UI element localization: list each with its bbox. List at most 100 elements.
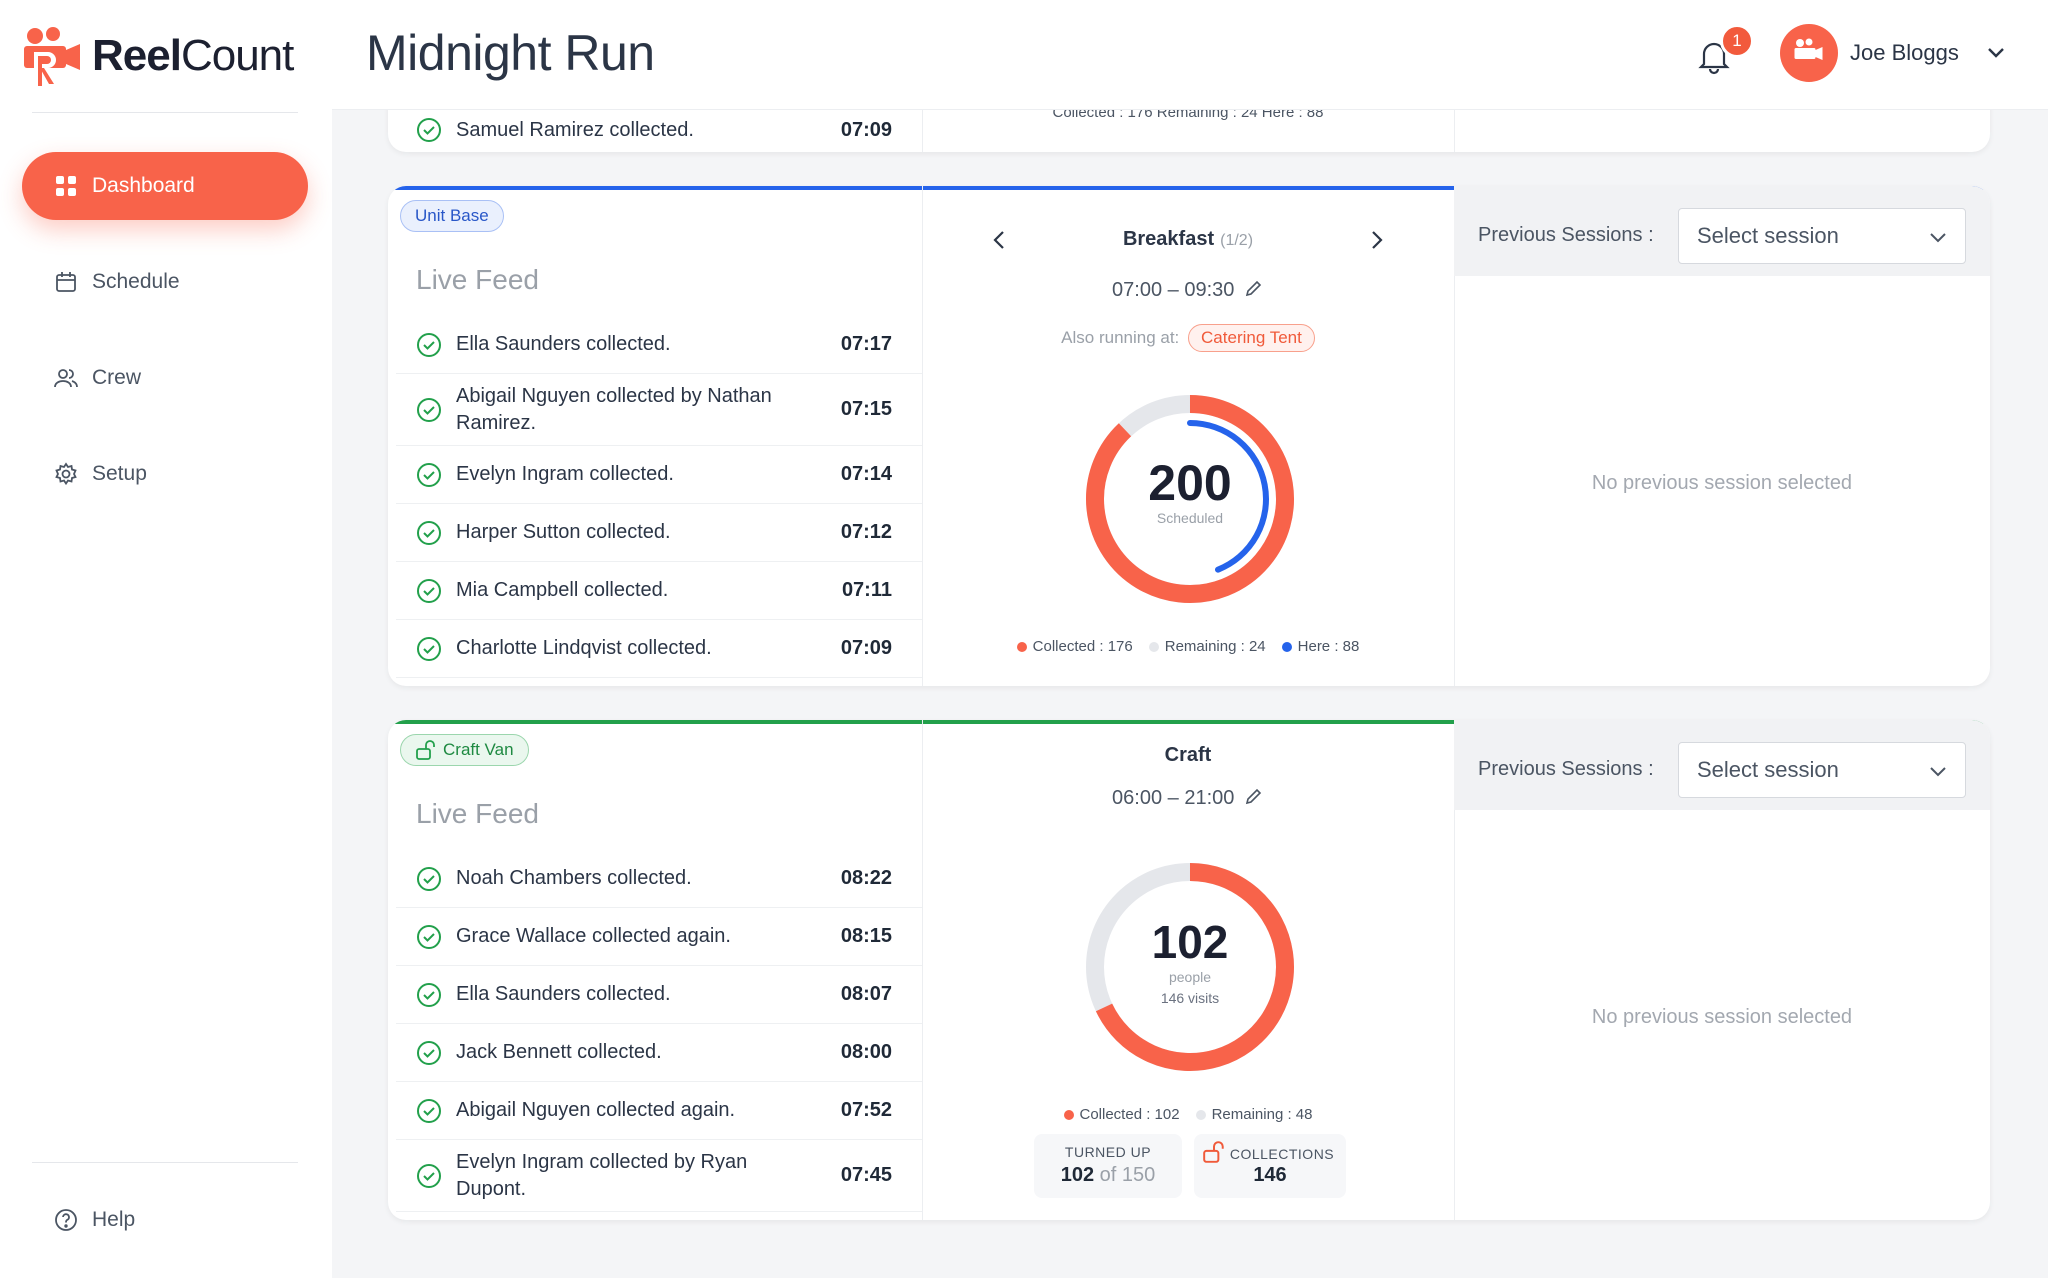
chart-legend-partial: Collected : 176 Remaining : 24 Here : 88: [922, 104, 1454, 121]
feed-row: Grace Wallace collected again. 08:15: [396, 908, 922, 966]
feed-text: Evelyn Ingram collected by Ryan Dupont.: [456, 1150, 748, 1200]
pencil-icon[interactable]: [1244, 786, 1264, 806]
feed-row: Evelyn Ingram collected by Ryan Dupont. 0…: [396, 1140, 922, 1212]
session-card-craft: Craft Van Live Feed Noah Chambers collec…: [388, 720, 1990, 1220]
previous-sessions-label: Previous Sessions :: [1478, 224, 1654, 246]
also-running: Also running at: Catering Tent: [922, 324, 1454, 352]
session-card-breakfast: Unit Base Live Feed Ella Saunders collec…: [388, 186, 1990, 686]
feed-time: 07:11: [841, 579, 892, 601]
session-panel: Craft 06:00 – 21:00 102 people 146 visit…: [922, 720, 1454, 1220]
legend-remaining-text: Remaining : 48: [1211, 1106, 1313, 1123]
previous-sessions: Previous Sessions : Select session No pr…: [1454, 720, 1990, 1220]
feed-text: Abigail Nguyen collected again.: [456, 1099, 736, 1121]
session-index: (1/2): [1220, 232, 1254, 249]
location-tag-label: Craft Van: [443, 740, 514, 759]
nav-schedule[interactable]: Schedule: [22, 248, 308, 316]
session-select-value: Select session: [1697, 757, 1839, 782]
turned-up-stat: TURNED UP 102 of 150: [1034, 1134, 1182, 1198]
brand-name-bold: Reel: [92, 31, 182, 80]
session-time-text: 07:00 – 09:30: [1112, 279, 1235, 301]
feed-row: Ella Saunders collected. 07:17: [396, 316, 922, 374]
feed-time: 08:22: [840, 867, 892, 889]
pencil-icon[interactable]: [1244, 278, 1264, 298]
feed-row: Abigail Nguyen collected by Nathan Ramir…: [396, 374, 922, 446]
legend-collected-text: Collected : 102: [1079, 1106, 1180, 1123]
unlock-icon: [1203, 1141, 1224, 1163]
nav-crew-label: Crew: [92, 366, 142, 389]
session-name: Craft: [1164, 744, 1212, 766]
donut-total: 102: [1151, 916, 1229, 968]
check-circle-icon: [417, 397, 441, 422]
collections-stat: COLLECTIONS 146: [1194, 1134, 1346, 1198]
turned-up-of: of 150: [1099, 1164, 1156, 1186]
reelcount-logo[interactable]: ReelCount: [22, 26, 294, 86]
sidebar: ReelCount Dashboard Schedule Crew Setup …: [0, 0, 332, 1278]
session-time[interactable]: 06:00 – 21:00: [922, 786, 1454, 810]
unlock-icon: [416, 740, 435, 760]
donut-total-label: people: [1168, 969, 1212, 985]
legend-collected-text: Collected : 176: [1032, 638, 1133, 655]
session-select[interactable]: Select session: [1678, 208, 1966, 264]
feed-text: Ella Saunders collected.: [456, 333, 671, 355]
camera-logo-icon: [22, 26, 84, 86]
nav-setup-label: Setup: [92, 462, 147, 485]
gear-icon: [54, 462, 78, 486]
legend-remaining: Remaining : 48: [1195, 1106, 1313, 1123]
nav-dashboard[interactable]: Dashboard: [22, 152, 308, 220]
brand-name-light: Count: [180, 31, 294, 80]
check-circle-icon: [417, 636, 441, 661]
collections-value: 146: [1253, 1164, 1287, 1186]
check-circle-icon: [417, 924, 441, 949]
chevron-down-icon[interactable]: [1984, 40, 2008, 64]
check-circle-icon: [417, 982, 441, 1007]
avatar[interactable]: [1780, 24, 1838, 82]
sidebar-divider-bottom: [32, 1162, 298, 1163]
feed-row: Mia Campbell collected. 07:11: [396, 562, 922, 620]
legend-collected: Collected : 176: [1016, 638, 1133, 655]
also-running-location[interactable]: Catering Tent: [1188, 324, 1315, 352]
feed-time: 07:45: [840, 1164, 892, 1186]
live-feed: Unit Base Live Feed Ella Saunders collec…: [388, 186, 922, 686]
feed-text: Jack Bennett collected.: [456, 1041, 662, 1063]
session-name: Breakfast (1/2): [922, 228, 1454, 251]
nav-setup[interactable]: Setup: [22, 440, 308, 508]
feed-text: Evelyn Ingram collected.: [456, 463, 674, 485]
no-previous-session: No previous session selected: [1591, 1006, 1853, 1028]
location-tag[interactable]: Unit Base: [400, 200, 504, 232]
nav-help[interactable]: Help: [22, 1186, 308, 1254]
legend-here-text: Here : 88: [1297, 638, 1360, 655]
feed-time: 08:15: [840, 925, 892, 947]
notification-badge: 1: [1720, 24, 1754, 58]
check-circle-icon: [417, 462, 441, 487]
feed-text: Grace Wallace collected again.: [456, 925, 731, 947]
donut-total-label: Scheduled: [1156, 510, 1224, 526]
legend-collected: Collected : 102: [1063, 1106, 1180, 1123]
sidebar-divider: [32, 112, 298, 113]
feed-text: Mia Campbell collected.: [456, 579, 669, 601]
legend-here: Here : 88: [1281, 638, 1360, 655]
feed-row: Harper Sutton collected. 07:12: [396, 504, 922, 562]
user-name[interactable]: Joe Bloggs: [1850, 40, 1959, 66]
also-running-label: Also running at:: [1061, 328, 1180, 347]
page-title-overlay: Midnight Run: [366, 25, 655, 81]
chevron-down-icon: [1930, 767, 1946, 777]
nav-schedule-label: Schedule: [92, 270, 180, 293]
session-select[interactable]: Select session: [1678, 742, 1966, 798]
nav-help-label: Help: [92, 1208, 136, 1231]
grid-icon: [54, 174, 78, 198]
nav-dashboard-label: Dashboard: [92, 174, 195, 197]
location-tag[interactable]: Craft Van: [400, 734, 529, 766]
nav-crew[interactable]: Crew: [22, 344, 308, 412]
feed-row: Samuel Ramirez collected. 07:09: [396, 110, 922, 150]
check-circle-icon: [417, 332, 441, 357]
previous-sessions-label: Previous Sessions :: [1478, 758, 1654, 780]
chart-legend: Collected : 176 Remaining : 24 Here : 88: [922, 638, 1454, 655]
turned-up-label: TURNED UP: [1064, 1144, 1152, 1160]
help-icon: [54, 1208, 78, 1232]
feed-row: Noah Chambers collected. 08:22: [396, 850, 922, 908]
feed-text: Noah Chambers collected.: [456, 867, 692, 889]
session-time[interactable]: 07:00 – 09:30: [922, 278, 1454, 302]
legend-text: Collected : 176 Remaining : 24 Here : 88: [1052, 104, 1324, 121]
feed-time: 07:52: [840, 1099, 892, 1121]
chevron-down-icon: [1930, 233, 1946, 243]
